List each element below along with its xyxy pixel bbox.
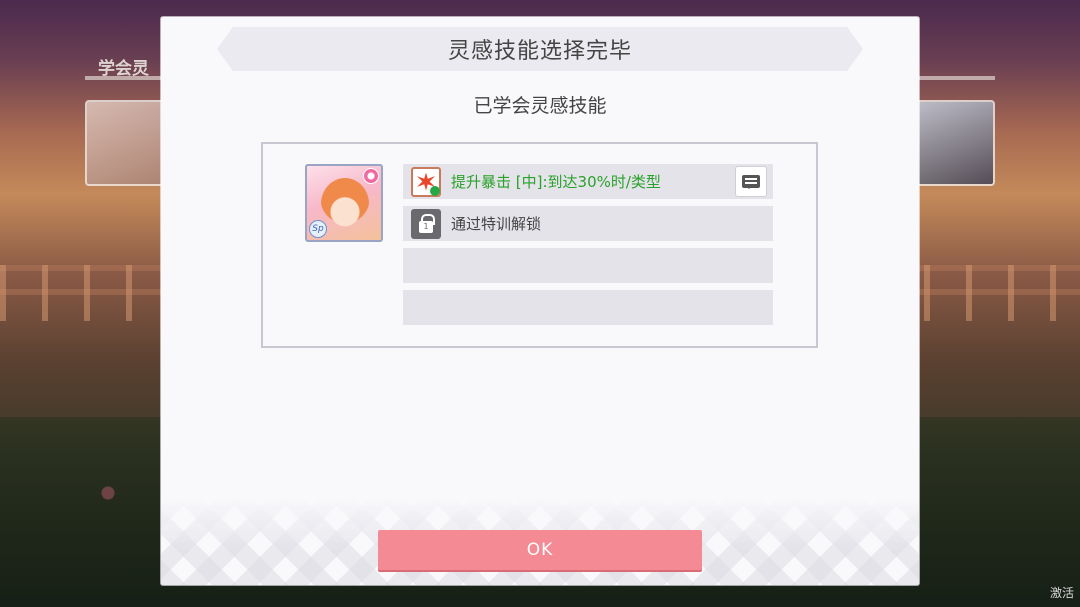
background-card-right <box>915 100 995 186</box>
background-corner-text: 激活 <box>1049 586 1074 600</box>
dialog-title-bar: 灵感技能选择完毕 <box>217 27 863 71</box>
skill-row-2: 1 通过特训解锁 <box>403 206 773 241</box>
dialog-subtitle: 已学会灵感技能 <box>473 95 607 117</box>
skill-row-1: 提升暴击 [中]:到达30%时/类型 <box>403 164 773 199</box>
ok-button[interactable]: OK <box>378 530 702 570</box>
skill-row-4 <box>403 290 773 325</box>
skill-label-1: 提升暴击 [中]:到达30%时/类型 <box>451 173 661 191</box>
skill-panel: Sp 提升暴击 [中]:到达30%时/类型 1 通过特训解锁 <box>261 142 818 348</box>
skill-row-3 <box>403 248 773 283</box>
attribute-gem-icon <box>363 168 379 184</box>
dialog-title: 灵感技能选择完毕 <box>447 39 632 64</box>
skill-complete-dialog: 灵感技能选择完毕 已学会灵感技能 Sp 提升暴击 [中]:到达30%时/类型 1… <box>161 17 919 585</box>
lock-icon: 1 <box>411 208 441 239</box>
skill-label-2: 通过特训解锁 <box>451 215 542 233</box>
speech-bubble-icon <box>742 175 760 189</box>
critical-burst-icon <box>411 166 441 197</box>
sp-badge: Sp <box>309 220 327 238</box>
character-card[interactable]: Sp <box>305 164 383 242</box>
skill-detail-button[interactable] <box>735 166 767 197</box>
background-card-left <box>85 100 165 186</box>
character-portrait <box>321 178 369 230</box>
